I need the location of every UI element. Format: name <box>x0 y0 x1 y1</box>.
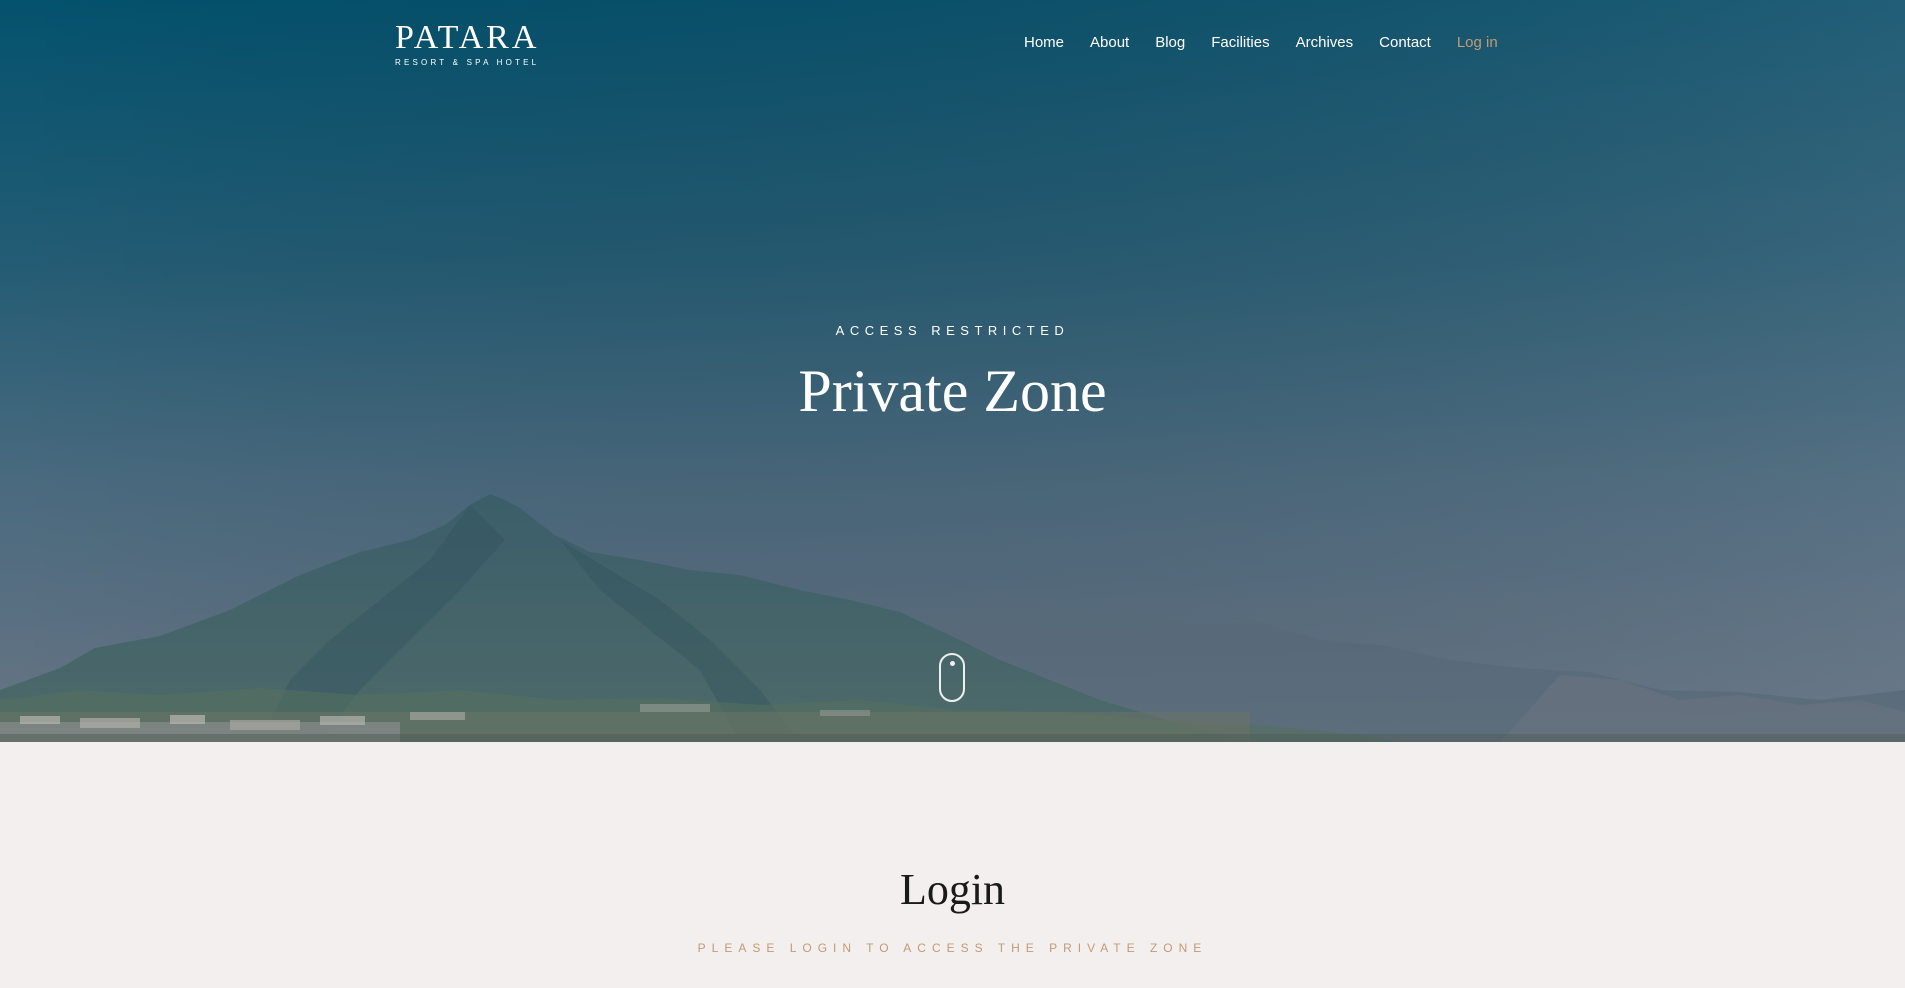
nav-login[interactable]: Log in <box>1457 33 1498 53</box>
brand-name: PATARA <box>395 19 540 56</box>
scroll-wheel-dot <box>950 661 955 666</box>
brand-tagline: RESORT & SPA HOTEL <box>395 58 540 67</box>
login-title: Login <box>899 865 1006 914</box>
mouse-scroll-icon[interactable] <box>939 653 965 702</box>
hero-kicker: ACCESS RESTRICTED <box>835 323 1070 338</box>
nav-contact[interactable]: Contact <box>1379 33 1431 53</box>
nav-blog[interactable]: Blog <box>1155 33 1185 53</box>
nav-about[interactable]: About <box>1090 33 1129 53</box>
nav-archives[interactable]: Archives <box>1296 33 1354 53</box>
main-nav: Home About Blog Facilities Archives Cont… <box>1024 33 1498 53</box>
brand-logo[interactable]: PATARA RESORT & SPA HOTEL <box>395 20 539 69</box>
page: PATARA RESORT & SPA HOTEL Home About Blo… <box>0 0 1905 988</box>
nav-facilities[interactable]: Facilities <box>1211 33 1269 53</box>
hero-title: Private Zone <box>798 358 1107 424</box>
nav-home[interactable]: Home <box>1024 33 1064 53</box>
login-subtitle: PLEASE LOGIN TO ACCESS THE PRIVATE ZONE <box>697 941 1208 955</box>
login-section: Login PLEASE LOGIN TO ACCESS THE PRIVATE… <box>0 742 1905 988</box>
hero-section: PATARA RESORT & SPA HOTEL Home About Blo… <box>0 0 1905 742</box>
